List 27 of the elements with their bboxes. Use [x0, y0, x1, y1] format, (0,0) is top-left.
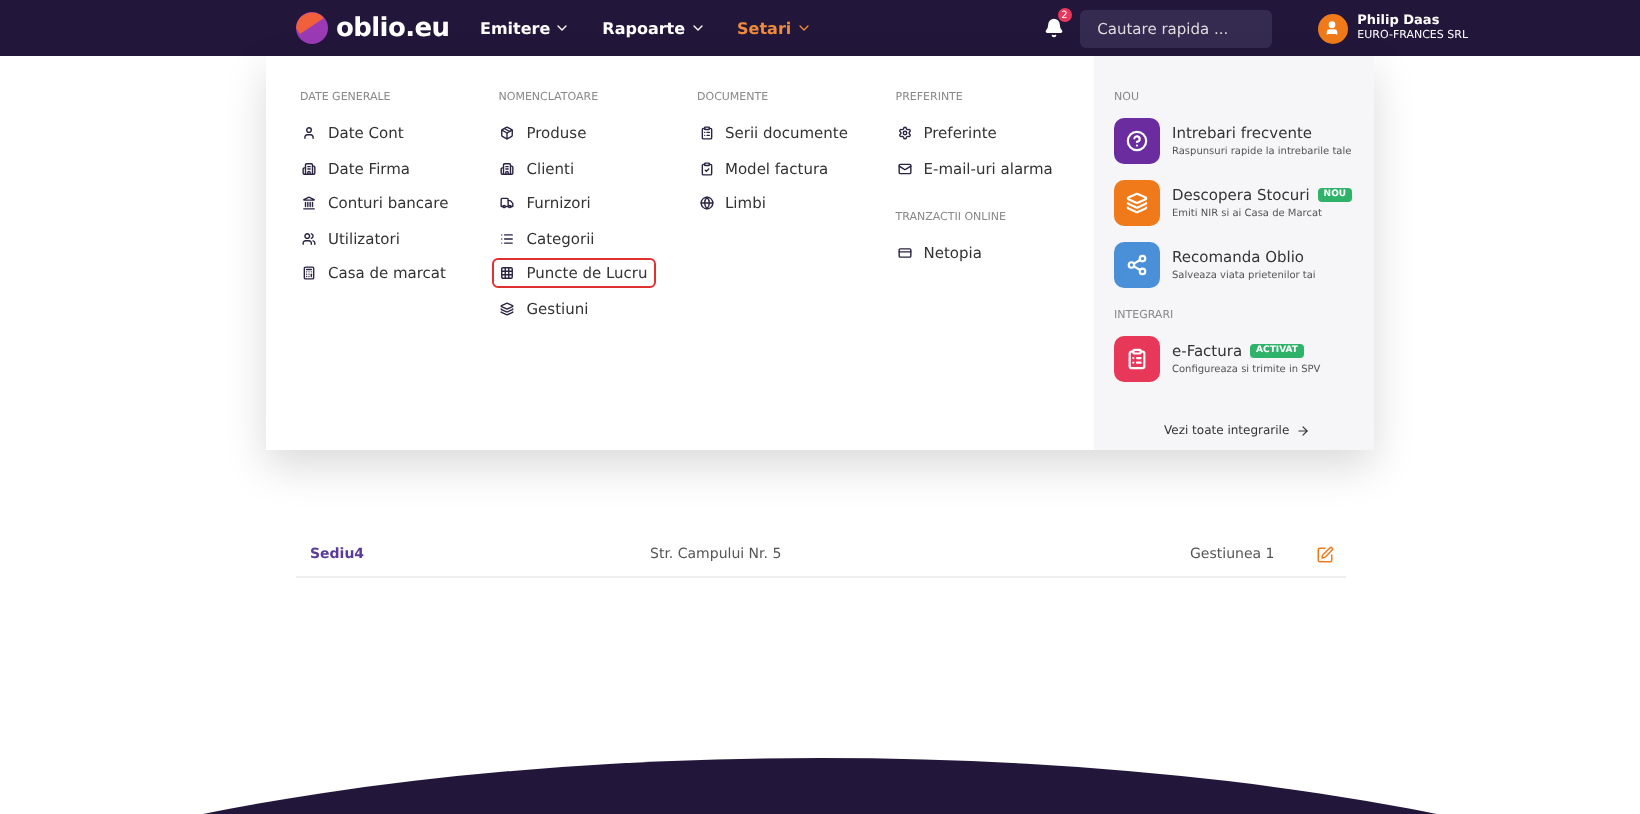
bank-icon — [302, 196, 316, 210]
grid-icon — [500, 266, 515, 280]
chevron-icon — [795, 20, 812, 36]
chevron-icon — [689, 20, 706, 36]
users-icon — [302, 231, 316, 245]
clipboard-check-icon — [699, 161, 713, 175]
building-icon — [500, 161, 515, 175]
mail-icon — [897, 161, 912, 175]
arrow-icon — [1295, 424, 1310, 438]
nav-menu[interactable]: Emitere — [480, 19, 571, 37]
logo-text[interactable]: oblio.eu — [336, 13, 450, 43]
logo-icon — [296, 12, 328, 44]
box-icon — [500, 126, 515, 140]
chevron-icon — [554, 20, 571, 36]
settings-icon — [897, 126, 912, 140]
feature-icon[interactable] — [1114, 118, 1160, 164]
list-icon — [500, 231, 515, 245]
nav-menu[interactable]: Rapoarte — [602, 19, 706, 37]
bell-icon[interactable] — [1043, 18, 1064, 38]
calculator-icon — [302, 266, 316, 280]
feature-icon[interactable] — [1114, 336, 1160, 382]
avatar[interactable] — [1317, 13, 1348, 43]
nav-menu[interactable]: Setari — [737, 19, 812, 37]
card-icon — [897, 246, 912, 260]
building-icon — [302, 161, 316, 175]
truck-icon — [500, 196, 515, 210]
globe-icon — [699, 196, 713, 210]
